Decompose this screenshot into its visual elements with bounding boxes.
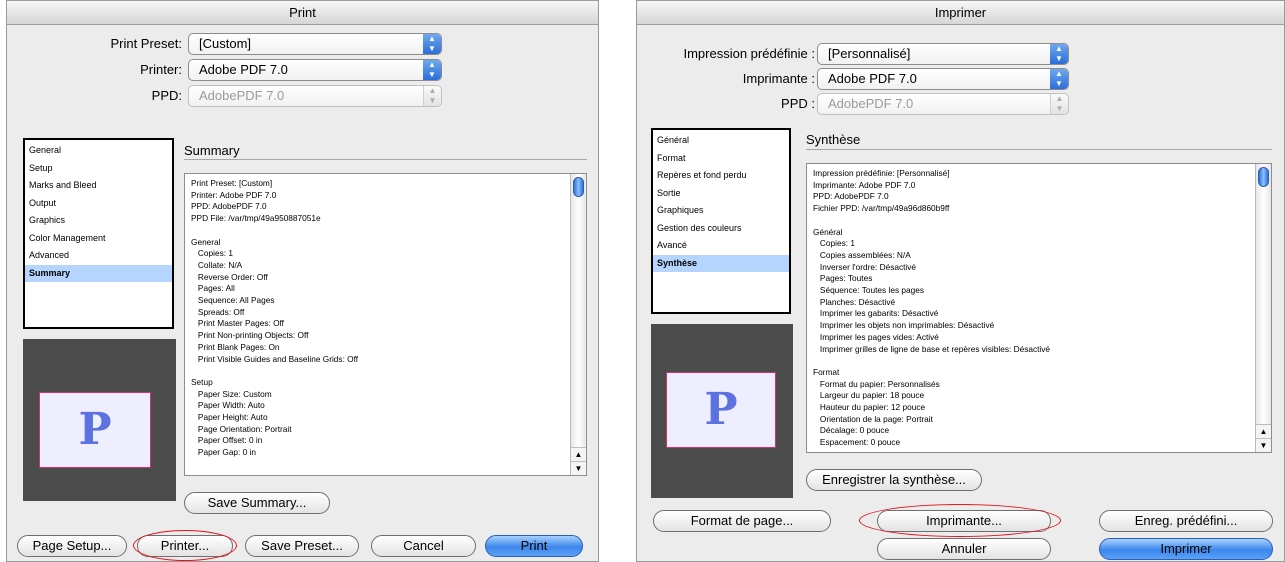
popup-arrows-icon: ▲ ▼ (423, 34, 441, 54)
printer-button-highlight (133, 530, 237, 561)
category-list: Général Format Repères et fond perdu Sor… (651, 128, 791, 314)
category-summary[interactable]: Summary (25, 264, 172, 282)
save-preset-button[interactable]: Enreg. prédéfini... (1099, 510, 1273, 532)
page-setup-button[interactable]: Page Setup... (17, 535, 127, 557)
printer-value: Adobe PDF 7.0 (828, 71, 917, 86)
category-output[interactable]: Output (25, 195, 172, 213)
printer-label: Printer: (140, 62, 182, 77)
page-setup-button[interactable]: Format de page... (653, 510, 831, 532)
popup-arrows-icon: ▲ ▼ (1050, 44, 1068, 64)
category-color-management[interactable]: Color Management (25, 230, 172, 248)
print-preset-popup[interactable]: [Custom] ▲ ▼ (188, 33, 442, 55)
ppd-label: PPD : (781, 96, 815, 111)
cancel-button[interactable]: Cancel (371, 535, 476, 557)
section-title: Synthèse (806, 132, 861, 147)
category-list: General Setup Marks and Bleed Output Gra… (23, 138, 174, 329)
category-general[interactable]: Général (653, 132, 789, 150)
page-thumbnail: P (666, 372, 776, 448)
category-output[interactable]: Sortie (653, 185, 789, 203)
summary-scrollbar[interactable]: ▲ ▼ (1255, 164, 1271, 452)
print-preset-popup[interactable]: [Personnalisé] ▲ ▼ (817, 43, 1069, 65)
category-graphics[interactable]: Graphics (25, 212, 172, 230)
scroll-up-arrow-icon[interactable]: ▲ (571, 447, 586, 461)
category-marks-and-bleed[interactable]: Repères et fond perdu (653, 167, 789, 185)
summary-text: Impression prédéfinie: [Personnalisé] Im… (813, 168, 1051, 448)
popup-arrows-icon: ▲ ▼ (1050, 94, 1068, 114)
print-preset-value: [Personnalisé] (828, 46, 911, 61)
print-preset-label: Impression prédéfinie : (683, 46, 815, 61)
category-marks-and-bleed[interactable]: Marks and Bleed (25, 177, 172, 195)
window-title: Imprimer (637, 1, 1284, 25)
preview-letter: P (704, 384, 738, 435)
print-preset-label: Print Preset: (110, 36, 182, 51)
printer-value: Adobe PDF 7.0 (199, 62, 288, 77)
scroll-down-arrow-icon[interactable]: ▼ (571, 461, 586, 475)
print-button[interactable]: Print (485, 535, 583, 557)
section-divider (184, 159, 587, 160)
popup-arrows-icon: ▲ ▼ (1050, 69, 1068, 89)
scroll-up-arrow-icon[interactable]: ▲ (1256, 424, 1271, 438)
category-advanced[interactable]: Avancé (653, 237, 789, 255)
save-summary-button[interactable]: Save Summary... (184, 492, 330, 514)
summary-scrollbar[interactable]: ▲ ▼ (570, 174, 586, 475)
save-summary-button[interactable]: Enregistrer la synthèse... (806, 469, 982, 491)
category-format[interactable]: Format (653, 150, 789, 168)
category-color-management[interactable]: Gestion des couleurs (653, 220, 789, 238)
save-preset-button[interactable]: Save Preset... (245, 535, 359, 557)
scroll-thumb[interactable] (573, 177, 584, 197)
popup-arrows-icon: ▲ ▼ (423, 60, 441, 80)
ppd-popup: AdobePDF 7.0 ▲ ▼ (817, 93, 1069, 115)
preview-letter: P (78, 404, 112, 455)
print-button[interactable]: Imprimer (1099, 538, 1273, 560)
category-general[interactable]: General (25, 142, 172, 160)
ppd-value: AdobePDF 7.0 (828, 96, 914, 111)
section-divider (806, 149, 1272, 150)
printer-button-highlight (859, 504, 1061, 537)
category-setup[interactable]: Setup (25, 160, 172, 178)
section-title: Summary (184, 143, 240, 158)
ppd-label: PPD: (151, 88, 182, 103)
page-preview: P (23, 339, 176, 501)
scroll-down-arrow-icon[interactable]: ▼ (1256, 438, 1271, 452)
print-dialog-english: Print Print Preset: [Custom] ▲ ▼ Printer:… (6, 0, 599, 562)
category-summary[interactable]: Synthèse (653, 254, 789, 272)
popup-arrows-icon: ▲ ▼ (423, 86, 441, 106)
printer-label: Imprimante : (742, 71, 815, 86)
cancel-button[interactable]: Annuler (877, 538, 1051, 560)
ppd-value: AdobePDF 7.0 (199, 88, 285, 103)
page-preview: P (651, 324, 793, 498)
category-advanced[interactable]: Advanced (25, 247, 172, 265)
summary-text-area[interactable]: Impression prédéfinie: [Personnalisé] Im… (806, 163, 1272, 453)
printer-popup[interactable]: Adobe PDF 7.0 ▲ ▼ (188, 59, 442, 81)
printer-popup[interactable]: Adobe PDF 7.0 ▲ ▼ (817, 68, 1069, 90)
scroll-thumb[interactable] (1258, 167, 1269, 187)
page-thumbnail: P (39, 392, 151, 468)
print-dialog-french: Imprimer Impression prédéfinie : [Person… (636, 0, 1285, 562)
summary-text-area[interactable]: Print Preset: [Custom] Printer: Adobe PD… (184, 173, 587, 476)
print-preset-value: [Custom] (199, 36, 252, 51)
category-graphics[interactable]: Graphiques (653, 202, 789, 220)
window-title: Print (7, 1, 598, 25)
ppd-popup: AdobePDF 7.0 ▲ ▼ (188, 85, 442, 107)
summary-text: Print Preset: [Custom] Printer: Adobe PD… (191, 178, 359, 458)
